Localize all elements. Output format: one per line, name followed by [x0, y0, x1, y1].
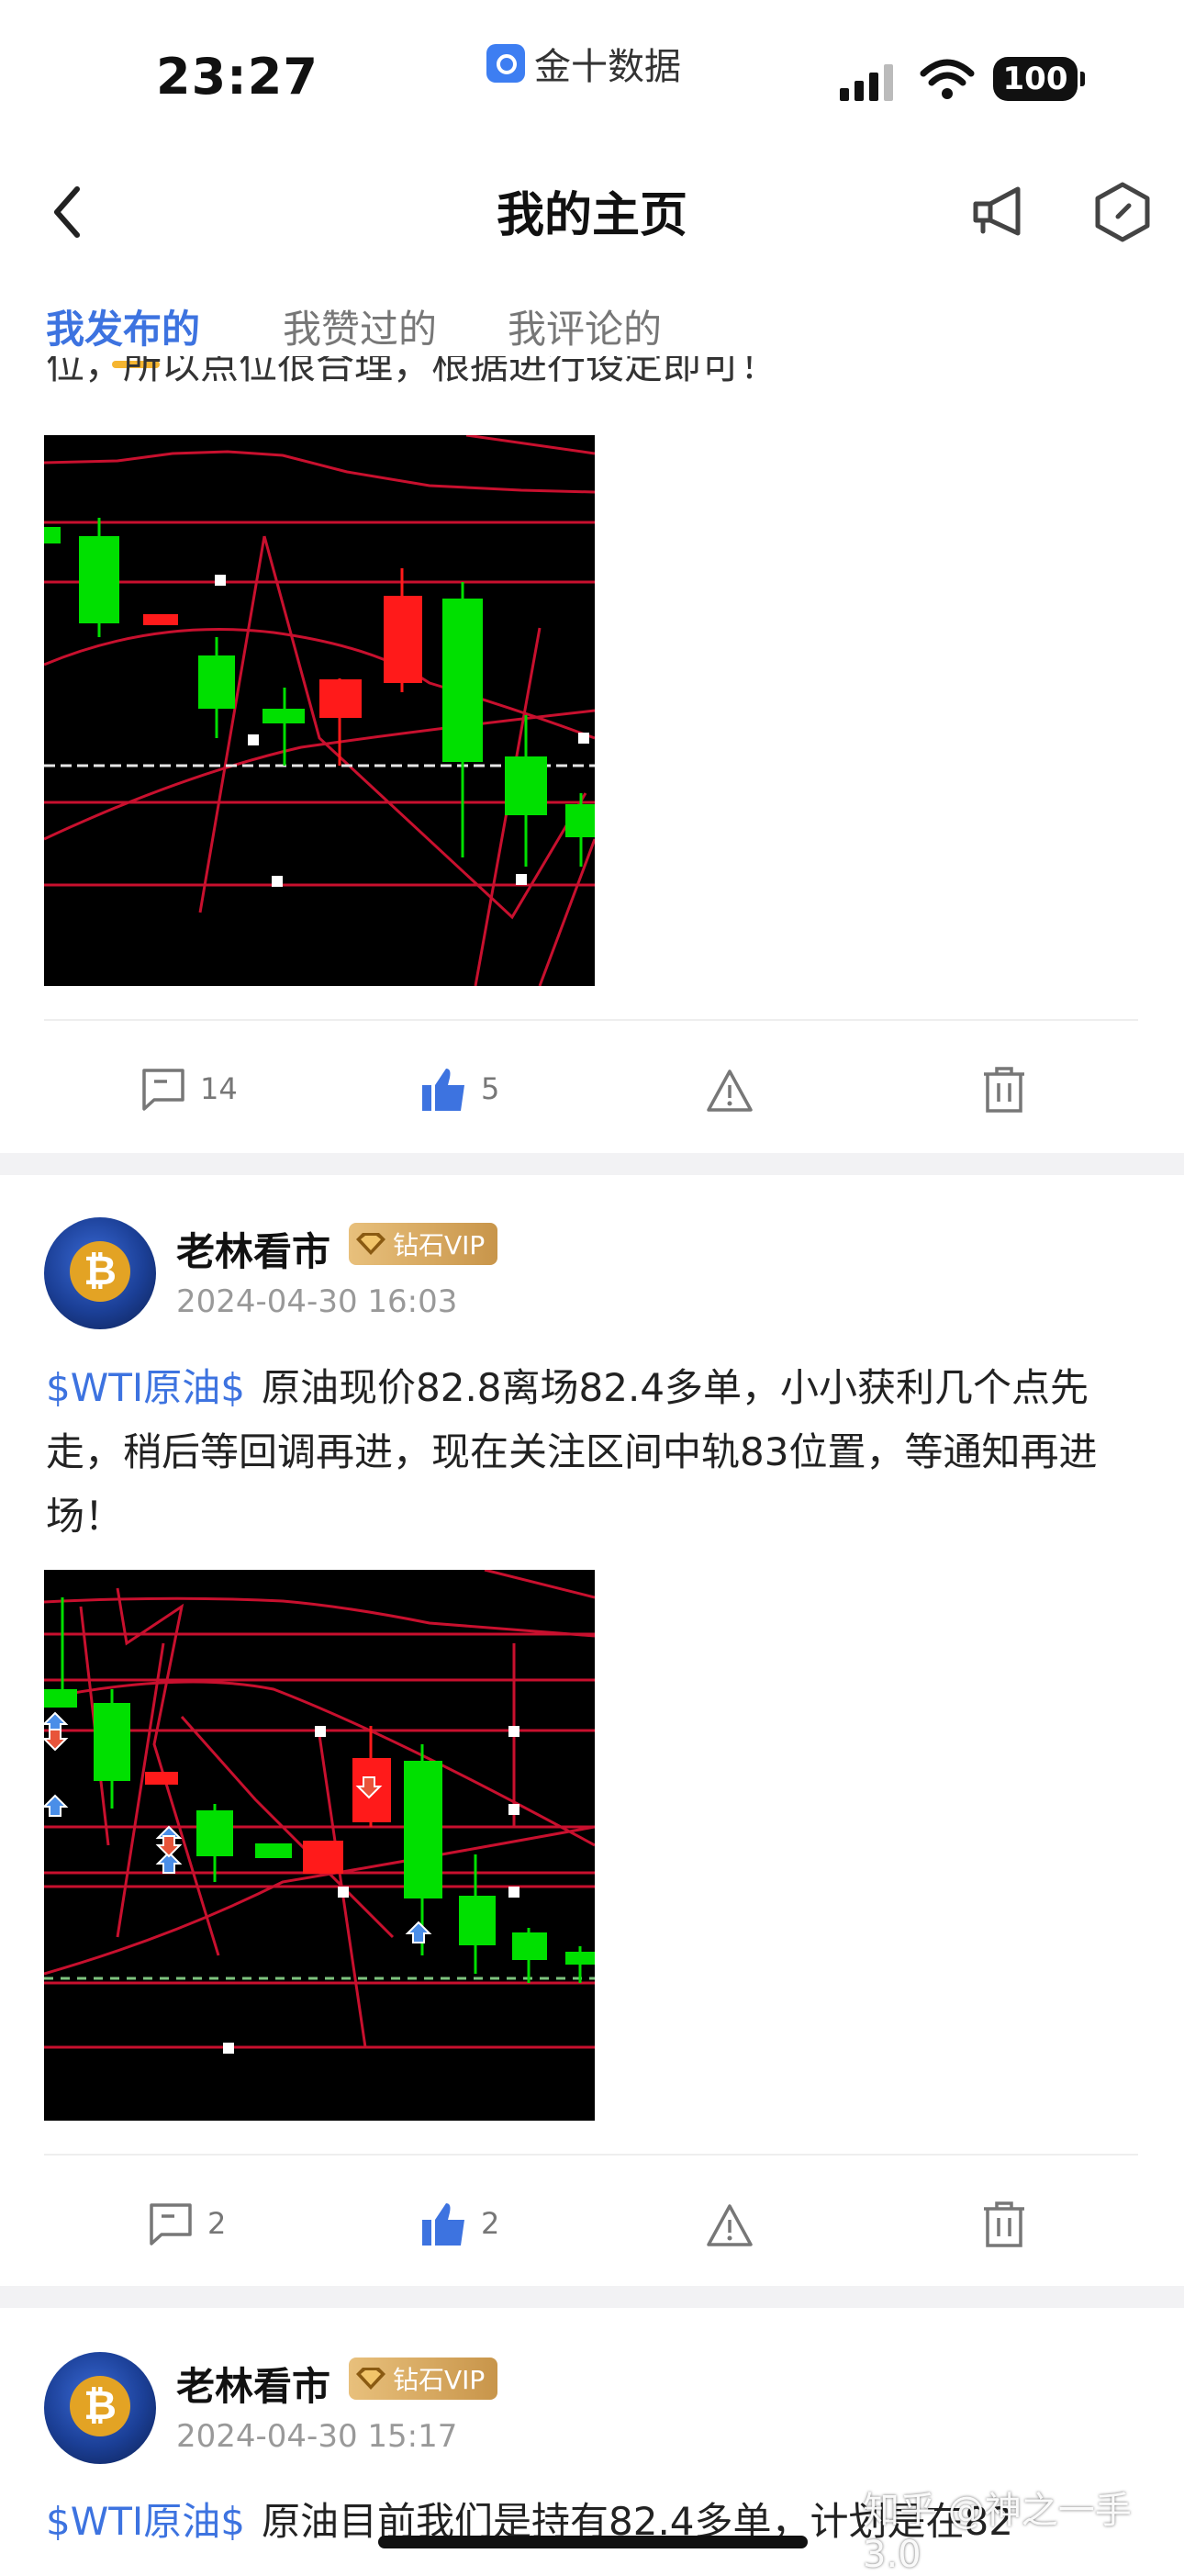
comment-count: 14 [200, 1071, 238, 1106]
thumbs-up-icon [422, 1069, 464, 1111]
thumbs-up-icon [422, 2203, 464, 2246]
tab-my-likes[interactable]: 我赞过的 [283, 298, 437, 354]
diamond-icon [356, 1233, 385, 1255]
feed-separator [0, 2286, 1184, 2308]
battery-indicator: 100 [993, 57, 1085, 101]
partial-post-text: 位，所以点位很合理，根据进行设定即可！ [46, 356, 779, 387]
cellular-signal-icon [840, 64, 893, 101]
comment-button[interactable]: 2 [147, 2200, 226, 2247]
jin10-app-icon [486, 44, 525, 83]
vip-badge: 钻石VIP [349, 1223, 498, 1265]
vip-badge-label: 钻石VIP [393, 1230, 486, 1260]
post-timestamp: 2024-04-30 16:03 [176, 1283, 458, 1320]
post-chart-image[interactable] [44, 435, 595, 986]
post-chart-image[interactable] [44, 1570, 595, 2121]
divider [44, 1019, 1138, 1021]
comment-icon [150, 2203, 192, 2246]
report-warning-icon[interactable] [705, 1067, 754, 1114]
username[interactable]: 老林看市 [176, 1221, 330, 1277]
report-warning-icon[interactable] [705, 2201, 754, 2249]
comment-count: 2 [207, 2206, 227, 2241]
ticker-tag[interactable]: $WTI原油$ [46, 2499, 245, 2544]
home-indicator[interactable] [378, 2536, 808, 2548]
vip-badge-label: 钻石VIP [393, 2365, 486, 2395]
megaphone-icon[interactable] [968, 180, 1033, 244]
tab-my-comments[interactable]: 我评论的 [508, 298, 662, 354]
status-app-label: 金十数据 [534, 46, 681, 88]
tab-my-posts[interactable]: 我发布的 [46, 298, 200, 354]
settings-hexagon-icon[interactable] [1092, 180, 1153, 244]
feed-separator [0, 1153, 1184, 1175]
diamond-icon [356, 2368, 385, 2390]
zhihu-watermark: 知乎 @神之一手3.0 [863, 2490, 1132, 2576]
like-button[interactable]: 2 [420, 2200, 499, 2247]
ticker-tag[interactable]: $WTI原油$ [46, 1365, 245, 1410]
post-body: $WTI原油$ 原油现价82.8离场82.4多单，小小获利几个点先走，稍后等回调再… [46, 1356, 1138, 1549]
delete-trash-icon[interactable] [980, 1065, 1028, 1114]
username[interactable]: 老林看市 [176, 2356, 330, 2412]
avatar[interactable]: ₿ [44, 2352, 156, 2464]
status-app-name: 金十数据 [486, 37, 681, 90]
like-count: 2 [481, 2206, 500, 2241]
vip-badge: 钻石VIP [349, 2358, 498, 2400]
comment-icon [142, 1069, 184, 1111]
divider [44, 2154, 1138, 2156]
delete-trash-icon[interactable] [980, 2200, 1028, 2249]
like-button[interactable]: 5 [420, 1065, 499, 1113]
post-timestamp: 2024-04-30 15:17 [176, 2418, 458, 2455]
wifi-icon [920, 59, 975, 99]
like-count: 5 [481, 1071, 500, 1106]
status-time: 23:27 [156, 48, 318, 106]
avatar[interactable]: ₿ [44, 1217, 156, 1329]
comment-button[interactable]: 14 [140, 1065, 238, 1113]
